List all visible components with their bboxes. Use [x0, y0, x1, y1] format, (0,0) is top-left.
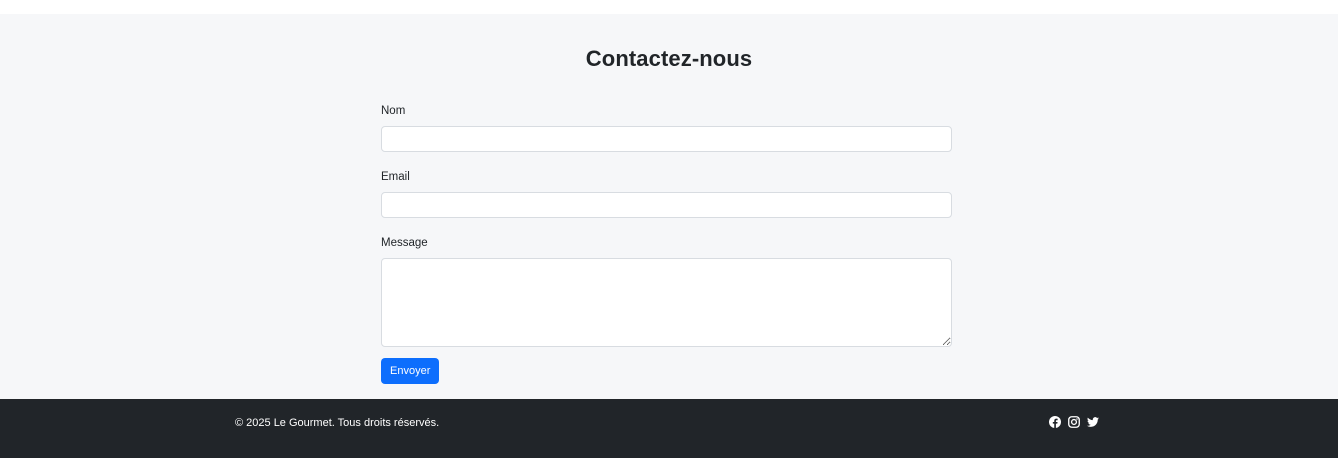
name-label: Nom: [381, 105, 406, 117]
instagram-icon: [1068, 416, 1080, 428]
twitter-link[interactable]: [1087, 416, 1099, 428]
contact-section: Contactez-nous Nom Email Message Envoyer: [0, 14, 1338, 399]
email-field-group: Email: [381, 170, 952, 218]
twitter-icon: [1087, 417, 1099, 427]
submit-button[interactable]: Envoyer: [381, 358, 440, 384]
top-strip: [0, 0, 1338, 14]
page-title: Contactez-nous: [585, 46, 753, 71]
instagram-link[interactable]: [1068, 416, 1080, 428]
social-links: [1049, 416, 1099, 428]
facebook-icon: [1049, 416, 1061, 428]
email-label: Email: [381, 171, 410, 183]
message-field-group: Message: [381, 236, 952, 347]
facebook-link[interactable]: [1049, 416, 1061, 428]
footer: © 2025 Le Gourmet. Tous droits réservés.: [0, 399, 1338, 458]
message-label: Message: [381, 237, 428, 249]
email-input[interactable]: [381, 192, 952, 218]
name-input[interactable]: [381, 126, 952, 152]
message-textarea[interactable]: [381, 258, 952, 347]
contact-form: Nom Email Message Envoyer: [381, 104, 952, 384]
copyright-text: © 2025 Le Gourmet. Tous droits réservés.: [235, 417, 440, 429]
name-field-group: Nom: [381, 104, 952, 152]
